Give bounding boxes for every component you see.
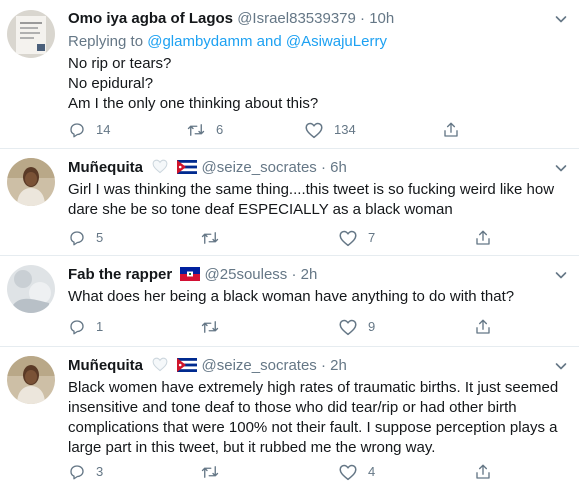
timestamp[interactable]: 6h	[330, 159, 347, 176]
white-heart-emoji	[152, 159, 168, 174]
share-icon	[444, 122, 458, 137]
haiti-flag-emoji	[180, 267, 201, 281]
heart-icon	[339, 319, 357, 336]
reply-count: 14	[96, 122, 111, 137]
timestamp[interactable]: 2h	[301, 266, 318, 283]
user-handle[interactable]: @Israel83539379	[237, 10, 356, 27]
like-button[interactable]: 7	[338, 228, 375, 248]
retweet-button[interactable]	[200, 462, 230, 482]
display-name[interactable]: Omo iya agba of Lagos	[68, 10, 233, 27]
tweet-actions: 1 9	[68, 317, 498, 337]
retweet-icon	[201, 232, 219, 244]
tweet-text: No rip or tears? No epidural? Am I the o…	[68, 54, 568, 114]
share-button[interactable]	[474, 317, 502, 337]
like-count: 134	[334, 122, 356, 137]
tweet-text: Black women have extremely high rates of…	[68, 378, 568, 458]
retweet-button[interactable]	[200, 228, 230, 248]
and-text: and	[256, 33, 282, 50]
chevron-down-icon[interactable]	[553, 267, 569, 283]
reply-icon	[70, 123, 84, 138]
like-count: 7	[368, 230, 376, 245]
tweet-line: Black women have extremely high rates of…	[68, 379, 559, 396]
tweet-line: insensitive and tone deaf to those who d…	[68, 399, 517, 416]
user-handle[interactable]: @25souless	[205, 266, 288, 283]
like-button[interactable]: 134	[304, 120, 356, 140]
heart-icon	[305, 122, 323, 139]
avatar[interactable]	[7, 265, 55, 313]
display-name[interactable]: Fab the rapper	[68, 266, 172, 283]
reply-button[interactable]: 5	[68, 228, 103, 248]
reply-button[interactable]: 1	[68, 317, 103, 337]
retweet-icon	[201, 321, 219, 333]
display-name[interactable]: Muñequita	[68, 357, 143, 374]
avatar[interactable]	[7, 10, 55, 58]
tweet[interactable]: Muñequita @seize_socrates · 6h Girl I wa…	[0, 149, 579, 255]
tweet-actions: 5 7	[68, 228, 498, 248]
tweet-line: No epidural?	[68, 75, 154, 92]
share-button[interactable]	[474, 462, 502, 482]
retweet-button[interactable]	[200, 317, 230, 337]
tweet-line: What does her being a black woman have a…	[68, 288, 515, 305]
cuba-flag-emoji	[177, 358, 198, 372]
timestamp[interactable]: 2h	[330, 357, 347, 374]
reply-count: 1	[96, 319, 104, 334]
chevron-down-icon[interactable]	[553, 11, 569, 27]
mention-link[interactable]: @AsiwajuLerry	[286, 33, 387, 50]
reply-icon	[70, 320, 84, 335]
retweet-icon	[201, 466, 219, 478]
separator-dot: ·	[291, 266, 297, 283]
share-icon	[476, 230, 490, 245]
separator-dot: ·	[360, 10, 366, 27]
like-count: 4	[368, 464, 376, 479]
like-button[interactable]: 9	[338, 317, 375, 337]
tweet-text: What does her being a black woman have a…	[68, 287, 568, 307]
chevron-down-icon[interactable]	[553, 358, 569, 374]
reply-count: 5	[96, 230, 104, 245]
like-button[interactable]: 4	[338, 462, 375, 482]
separator-dot: ·	[320, 159, 326, 176]
reply-icon	[70, 465, 84, 480]
tweet[interactable]: Omo iya agba of Lagos @Israel83539379 · …	[0, 0, 579, 148]
avatar[interactable]	[7, 158, 55, 206]
share-button[interactable]	[474, 228, 502, 248]
reply-count: 3	[96, 464, 104, 479]
display-name[interactable]: Muñequita	[68, 159, 143, 176]
tweet-line: No rip or tears?	[68, 55, 172, 72]
replying-to: Replying to @glambydamm and @AsiwajuLerr…	[68, 32, 387, 52]
tweet[interactable]: Fab the rapper @25souless · 2h What does…	[0, 256, 579, 346]
user-handle[interactable]: @seize_socrates	[202, 357, 317, 374]
tweet-actions: 3 4	[68, 462, 498, 482]
reply-icon	[70, 231, 84, 246]
reply-button[interactable]: 14	[68, 120, 110, 140]
separator-dot: ·	[320, 357, 326, 374]
retweet-button[interactable]: 6	[186, 120, 223, 140]
chevron-down-icon[interactable]	[553, 160, 569, 176]
timestamp[interactable]: 10h	[369, 10, 394, 27]
reply-button[interactable]: 3	[68, 462, 103, 482]
replying-label: Replying to	[68, 33, 144, 50]
tweet-line: Am I the only one thinking about this?	[68, 95, 319, 112]
mention-link[interactable]: @glambydamm	[147, 33, 252, 50]
tweet-actions: 14 6 134	[68, 120, 498, 140]
cuba-flag-emoji	[177, 160, 198, 174]
tweet-line: large part in this tweet, but it rubbed …	[68, 439, 436, 456]
share-icon	[476, 464, 490, 479]
tweet-line: Girl I was thinking the same thing....th…	[68, 181, 555, 198]
retweet-icon	[187, 124, 205, 136]
white-heart-emoji	[152, 357, 168, 372]
tweet-text: Girl I was thinking the same thing....th…	[68, 180, 568, 220]
share-icon	[476, 319, 490, 334]
tweet[interactable]: Muñequita @seize_socrates · 2h Black wom…	[0, 347, 579, 483]
like-count: 9	[368, 319, 376, 334]
heart-icon	[339, 230, 357, 247]
tweet-line: dare she be so tone deaf ESPECIALLY as a…	[68, 201, 453, 218]
retweet-count: 6	[216, 122, 224, 137]
avatar[interactable]	[7, 356, 55, 404]
heart-icon	[339, 464, 357, 481]
tweet-line: complications that were 100% not their f…	[68, 419, 558, 436]
user-handle[interactable]: @seize_socrates	[202, 159, 317, 176]
share-button[interactable]	[442, 120, 470, 140]
